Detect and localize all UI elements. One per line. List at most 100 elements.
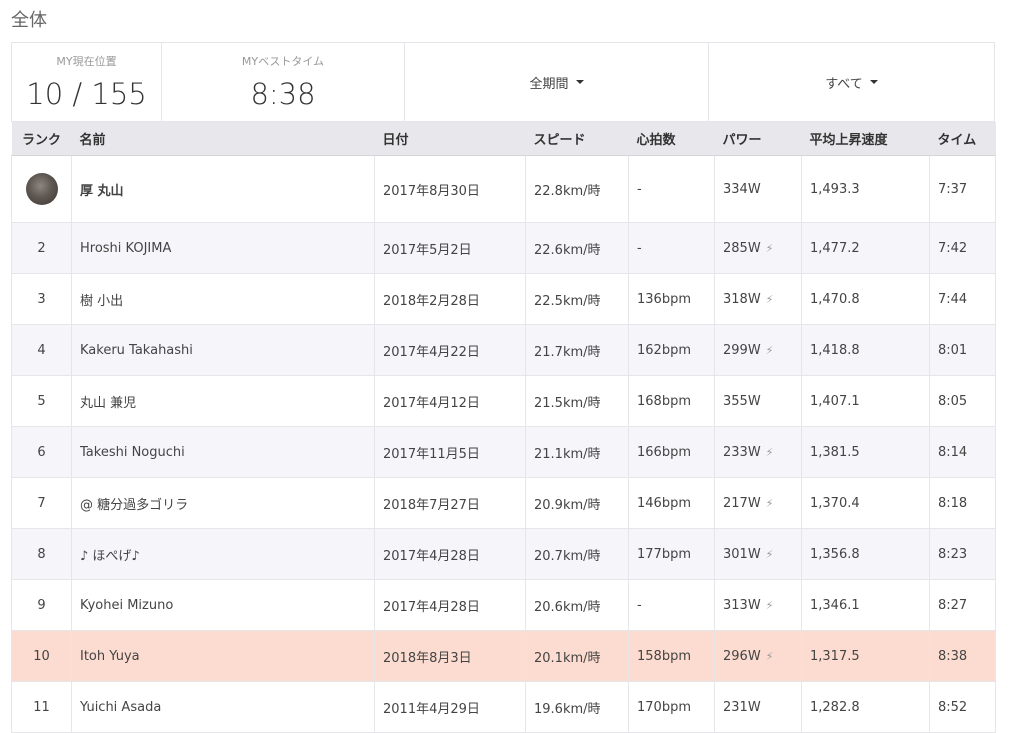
time-cell: 7:37 [929, 155, 996, 223]
time-cell: 8:01 [929, 324, 996, 376]
athlete-name[interactable]: 厚 丸山 [71, 155, 375, 223]
header-heart-rate[interactable]: 心拍数 [628, 122, 715, 156]
scope-filter-label: すべて [825, 76, 863, 92]
athlete-name[interactable]: Itoh Yuya [71, 630, 375, 682]
lightning-bolt-icon: ⚡︎ [765, 547, 774, 561]
rank-cell [11, 155, 72, 223]
power-value: 299W [723, 342, 761, 358]
vam-cell: 1,346.1 [801, 579, 930, 631]
speed-cell: 21.5km/時 [525, 375, 629, 427]
header-vam[interactable]: 平均上昇速度 [801, 122, 930, 156]
lightning-bolt-icon: ⚡︎ [765, 649, 774, 663]
athlete-name[interactable]: Hroshi KOJIMA [71, 222, 375, 274]
athlete-name[interactable]: Takeshi Noguchi [71, 426, 375, 478]
speed-cell: 20.6km/時 [525, 579, 629, 631]
rank-cell: 9 [11, 579, 72, 631]
power-cell: 355W [714, 375, 802, 427]
avatar[interactable] [25, 173, 58, 205]
power-cell: 318W ⚡︎ [714, 273, 802, 325]
lightning-bolt-icon: ⚡︎ [765, 292, 774, 306]
date-link[interactable]: 2017年4月28日 [374, 579, 526, 631]
speed-cell: 22.5km/時 [525, 273, 629, 325]
rank-cell: 4 [11, 324, 72, 376]
power-cell: 296W ⚡︎ [714, 630, 802, 682]
date-link[interactable]: 2018年7月27日 [374, 477, 526, 529]
heart-rate-cell: 158bpm [628, 630, 715, 682]
vam-cell: 1,317.5 [801, 630, 930, 682]
heart-rate-cell: 136bpm [628, 273, 715, 325]
my-position-stat: MY現在位置 10 / 155 [12, 43, 162, 121]
speed-cell: 19.6km/時 [525, 681, 629, 733]
table-row[interactable]: 厚 丸山 2017年8月30日 22.8km/時 -334W 1,493.3 7:37 [11, 155, 996, 223]
date-link[interactable]: 2017年8月30日 [374, 155, 526, 223]
athlete-name[interactable]: Kakeru Takahashi [71, 324, 375, 376]
lightning-bolt-icon: ⚡︎ [765, 445, 774, 459]
header-rank[interactable]: ランク [11, 122, 72, 156]
athlete-name[interactable]: 丸山 兼児 [71, 375, 375, 427]
page-title: 全体 [11, 10, 47, 31]
caret-down-icon [869, 80, 878, 84]
date-link[interactable]: 2017年5月2日 [374, 222, 526, 274]
power-value: 301W [723, 546, 761, 562]
rank-cell: 7 [11, 477, 72, 529]
table-row[interactable]: 5 丸山 兼児 2017年4月12日 21.5km/時 168bpm 355W 1,407.… [11, 375, 996, 427]
table-row[interactable]: 2 Hroshi KOJIMA 2017年5月2日 22.6km/時 -285W ⚡︎ 1,… [11, 222, 996, 274]
vam-cell: 1,418.8 [801, 324, 930, 376]
heart-rate-cell: - [628, 579, 715, 631]
vam-cell: 1,477.2 [801, 222, 930, 274]
lightning-bolt-icon: ⚡︎ [765, 496, 774, 510]
lightning-bolt-icon: ⚡︎ [765, 241, 774, 255]
date-link[interactable]: 2018年2月28日 [374, 273, 526, 325]
my-best-time-stat: MYベストタイム 8:38 [162, 43, 405, 121]
heart-rate-cell: - [628, 155, 715, 223]
header-time[interactable]: タイム [929, 122, 996, 156]
my-position-label: MY現在位置 [56, 55, 117, 68]
date-link[interactable]: 2011年4月29日 [374, 681, 526, 733]
date-link[interactable]: 2017年4月22日 [374, 324, 526, 376]
header-power[interactable]: パワー [714, 122, 802, 156]
header-name[interactable]: 名前 [71, 122, 375, 156]
athlete-name[interactable]: 樹 小出 [71, 273, 375, 325]
date-link[interactable]: 2017年4月28日 [374, 528, 526, 580]
power-cell: 313W ⚡︎ [714, 579, 802, 631]
date-link[interactable]: 2018年8月3日 [374, 630, 526, 682]
time-cell: 8:23 [929, 528, 996, 580]
date-link[interactable]: 2017年4月12日 [374, 375, 526, 427]
table-row[interactable]: 4 Kakeru Takahashi 2017年4月22日 21.7km/時 162bp… [11, 324, 996, 376]
table-row[interactable]: 10 Itoh Yuya 2018年8月3日 20.1km/時 158bpm 296W ⚡︎… [11, 630, 996, 682]
athlete-name[interactable]: Yuichi Asada [71, 681, 375, 733]
heart-rate-cell: - [628, 222, 715, 274]
date-link[interactable]: 2017年11月5日 [374, 426, 526, 478]
table-row[interactable]: 11 Yuichi Asada 2011年4月29日 19.6km/時 170bpm 23… [11, 681, 996, 733]
power-cell: 231W [714, 681, 802, 733]
caret-down-icon [575, 80, 584, 84]
table-row[interactable]: 9 Kyohei Mizuno 2017年4月28日 20.6km/時 -313W ⚡︎ 1… [11, 579, 996, 631]
period-filter-label: 全期間 [529, 76, 569, 92]
athlete-name[interactable]: ♪ ほぺげ♪ [71, 528, 375, 580]
period-filter-dropdown[interactable]: 全期間 [405, 43, 709, 121]
table-header-row: ランク 名前 日付 スピード 心拍数 パワー 平均上昇速度 タイム [11, 122, 996, 156]
athlete-name[interactable]: @ 糖分過多ゴリラ [71, 477, 375, 529]
time-cell: 7:44 [929, 273, 996, 325]
my-best-time-value: 8:38 [250, 77, 316, 111]
table-row[interactable]: 6 Takeshi Noguchi 2017年11月5日 21.1km/時 166bpm… [11, 426, 996, 478]
summary-panel: MY現在位置 10 / 155 MYベストタイム 8:38 全期間 すべて [11, 42, 995, 122]
power-value: 217W [723, 495, 761, 511]
power-value: 355W [723, 393, 761, 409]
table-row[interactable]: 3樹 小出 2018年2月28日 22.5km/時 136bpm 318W ⚡︎ 1,470… [11, 273, 996, 325]
header-speed[interactable]: スピード [525, 122, 629, 156]
athlete-name[interactable]: Kyohei Mizuno [71, 579, 375, 631]
scope-filter-dropdown[interactable]: すべて [709, 43, 994, 121]
power-cell: 285W ⚡︎ [714, 222, 802, 274]
speed-cell: 20.7km/時 [525, 528, 629, 580]
rank-cell: 6 [11, 426, 72, 478]
my-best-time-label: MYベストタイム [241, 55, 325, 68]
vam-cell: 1,381.5 [801, 426, 930, 478]
table-row[interactable]: 7 @ 糖分過多ゴリラ 2018年7月27日 20.9km/時 146bpm 217W ⚡︎… [11, 477, 996, 529]
speed-cell: 20.9km/時 [525, 477, 629, 529]
rank-cell: 2 [11, 222, 72, 274]
header-date[interactable]: 日付 [374, 122, 526, 156]
table-row[interactable]: 8 ♪ ほぺげ♪ 2017年4月28日 20.7km/時 177bpm 301W ⚡︎ 1,3… [11, 528, 996, 580]
power-value: 334W [723, 181, 761, 197]
speed-cell: 22.8km/時 [525, 155, 629, 223]
